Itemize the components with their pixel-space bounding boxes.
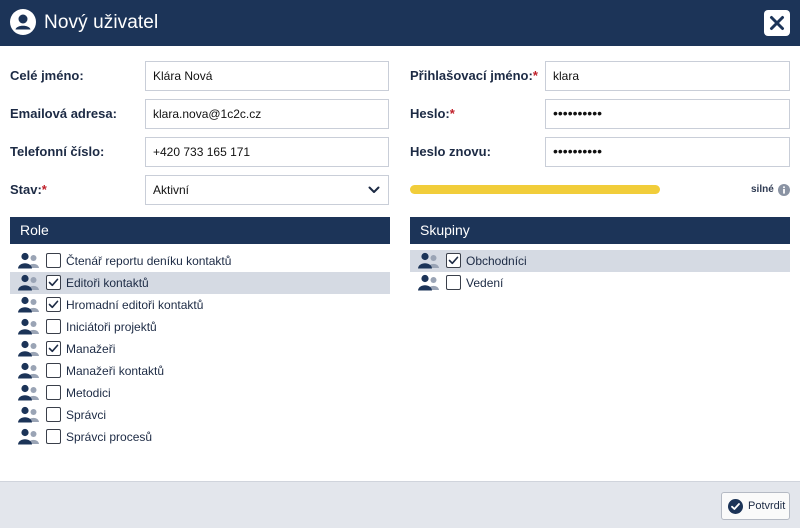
user-group-icon — [416, 252, 440, 270]
dialog-title-bar: Nový uživatel — [0, 0, 800, 46]
user-icon — [10, 9, 36, 35]
dialog-footer: Potvrdit — [0, 481, 800, 528]
password-again-label: Heslo znovu: — [410, 144, 491, 159]
role-label: Správci — [66, 408, 107, 422]
phone-label: Telefonní číslo: — [10, 144, 105, 159]
close-button[interactable] — [764, 10, 790, 36]
user-group-icon — [16, 296, 40, 314]
password-again-input[interactable]: •••••••••• — [545, 137, 790, 167]
role-checkbox[interactable] — [46, 429, 61, 444]
full-name-input[interactable]: Klára Nová — [145, 61, 389, 91]
role-row[interactable]: Správci procesů — [10, 426, 390, 448]
role-label: Správci procesů — [66, 430, 153, 444]
email-label: Emailová adresa: — [10, 106, 117, 121]
confirm-button-label: Potvrdit — [748, 500, 786, 512]
role-checkbox[interactable] — [46, 385, 61, 400]
user-group-icon — [16, 362, 40, 380]
role-row[interactable]: Manažeři kontaktů — [10, 360, 390, 382]
user-group-icon — [16, 252, 40, 270]
role-label: Metodici — [66, 386, 111, 400]
status-select-value: Aktivní — [153, 183, 190, 197]
chevron-down-icon — [368, 186, 380, 193]
group-row[interactable]: Vedení — [410, 272, 790, 294]
dialog-title: Nový uživatel — [44, 12, 159, 33]
phone-input[interactable]: +420 733 165 171 — [145, 137, 389, 167]
group-label: Vedení — [466, 276, 504, 290]
confirm-button[interactable]: Potvrdit — [721, 492, 790, 520]
user-group-icon — [16, 428, 40, 446]
group-label: Obchodníci — [466, 254, 527, 268]
roles-header: Role — [10, 217, 390, 244]
password-label: Heslo:* — [410, 106, 455, 121]
close-icon — [770, 16, 784, 30]
password-input[interactable]: •••••••••• — [545, 99, 790, 129]
role-row[interactable]: Iniciátoři projektů — [10, 316, 390, 338]
password-strength-text: silné — [751, 184, 774, 195]
role-label: Manažeři kontaktů — [66, 364, 165, 378]
group-row[interactable]: Obchodníci — [410, 250, 790, 272]
login-input[interactable]: klara — [545, 61, 790, 91]
login-label: Přihlašovací jméno:* — [410, 68, 538, 83]
role-checkbox[interactable] — [46, 407, 61, 422]
role-row[interactable]: Čtenář reportu deníku kontaktů — [10, 250, 390, 272]
role-row[interactable]: Hromadní editoři kontaktů — [10, 294, 390, 316]
role-row[interactable]: Manažeři — [10, 338, 390, 360]
user-group-icon — [16, 274, 40, 292]
check-circle-icon — [728, 499, 743, 514]
status-label: Stav:* — [10, 182, 47, 197]
info-icon[interactable] — [778, 184, 790, 196]
role-checkbox[interactable] — [46, 341, 61, 356]
role-row[interactable]: Editoři kontaktů — [10, 272, 390, 294]
role-row[interactable]: Metodici — [10, 382, 390, 404]
role-label: Manažeři — [66, 342, 116, 356]
role-label: Iniciátoři projektů — [66, 320, 157, 334]
role-checkbox[interactable] — [46, 297, 61, 312]
role-checkbox[interactable] — [46, 275, 61, 290]
full-name-label: Celé jméno: — [10, 68, 84, 83]
role-label: Editoři kontaktů — [66, 276, 149, 290]
role-label: Hromadní editoři kontaktů — [66, 298, 204, 312]
role-checkbox[interactable] — [46, 363, 61, 378]
role-row[interactable]: Správci — [10, 404, 390, 426]
user-group-icon — [16, 340, 40, 358]
user-group-icon — [16, 406, 40, 424]
user-group-icon — [416, 274, 440, 292]
status-select[interactable]: Aktivní — [145, 175, 389, 205]
password-strength-bar — [410, 185, 660, 194]
user-group-icon — [16, 384, 40, 402]
email-input[interactable]: klara.nova@1c2c.cz — [145, 99, 389, 129]
groups-header: Skupiny — [410, 217, 790, 244]
role-label: Čtenář reportu deníku kontaktů — [66, 254, 232, 268]
group-checkbox[interactable] — [446, 253, 461, 268]
group-checkbox[interactable] — [446, 275, 461, 290]
role-checkbox[interactable] — [46, 319, 61, 334]
role-checkbox[interactable] — [46, 253, 61, 268]
user-group-icon — [16, 318, 40, 336]
